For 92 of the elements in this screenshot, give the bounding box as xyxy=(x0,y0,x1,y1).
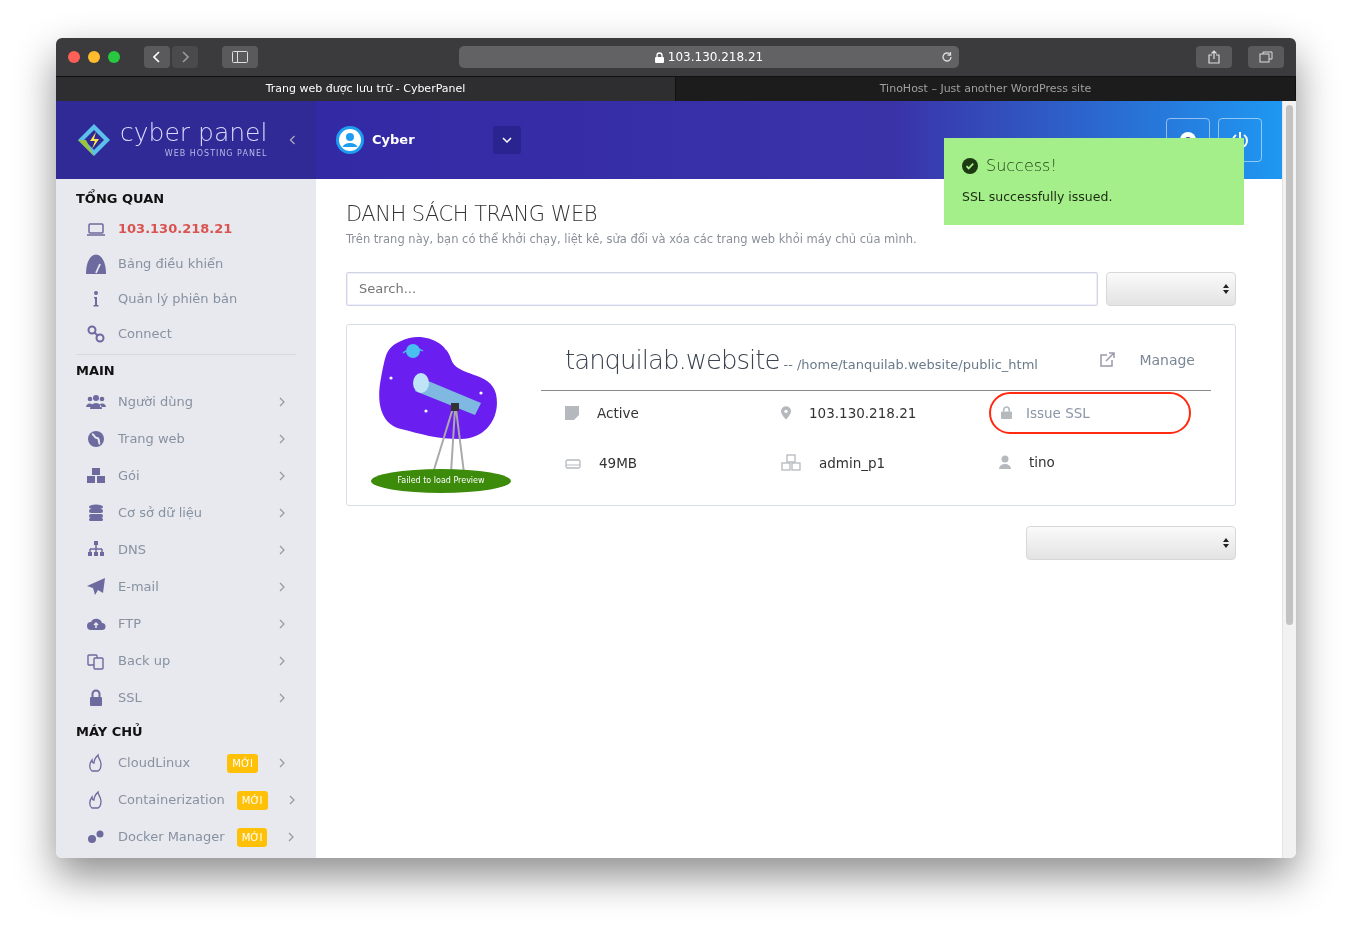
user-dropdown-button[interactable] xyxy=(492,126,521,154)
sidebar-item[interactable]: Bảng điều khiển xyxy=(56,246,316,282)
package-text: admin_p1 xyxy=(819,454,886,473)
sidebar-item[interactable]: E-mail xyxy=(56,568,316,605)
tabs-icon xyxy=(1259,51,1273,63)
toast-message: SSL successfully issued. xyxy=(962,188,1114,206)
check-circle-icon xyxy=(962,158,978,174)
sidebar-item[interactable]: Quản lý phiên bản xyxy=(56,281,316,317)
sidebar-item[interactable]: Connect xyxy=(56,316,316,352)
chevron-right-icon xyxy=(287,795,296,805)
paper-plane-icon xyxy=(86,576,106,597)
chevron-right-icon xyxy=(278,618,286,629)
sidebar-item[interactable]: FTP xyxy=(56,605,316,642)
sidebar-item[interactable]: Cơ sở dữ liệu xyxy=(56,494,316,531)
sidebar-toggle-button[interactable] xyxy=(222,46,258,68)
chevron-right-icon xyxy=(278,433,286,444)
chevron-right-icon xyxy=(278,655,286,666)
lock-icon xyxy=(1001,406,1012,420)
minimize-button[interactable] xyxy=(88,51,100,63)
back-button[interactable] xyxy=(144,46,170,68)
section-heading: MÁY CHỦ xyxy=(75,722,144,741)
tabs-overview-button[interactable] xyxy=(1248,46,1284,68)
user-avatar-icon xyxy=(336,126,364,154)
sidebar-item[interactable]: Docker Manager MỚI xyxy=(56,818,316,856)
scrollbar-thumb[interactable] xyxy=(1286,105,1293,625)
lock-icon xyxy=(654,51,664,63)
boxes-icon xyxy=(86,465,106,486)
scrollbar[interactable] xyxy=(1282,101,1296,858)
new-badge: MỚI xyxy=(236,827,268,847)
note-icon xyxy=(565,405,579,420)
chevron-right-icon xyxy=(287,832,296,842)
browser-tab[interactable]: Trang web được lưu trữ - CyberPanel xyxy=(56,77,676,101)
sidebar-item[interactable]: Gói xyxy=(56,457,316,494)
database-icon xyxy=(86,502,106,523)
new-badge: MỚI xyxy=(236,790,268,810)
sidebar-item[interactable]: CloudLinux MỚI xyxy=(56,744,316,782)
sidebar-item[interactable]: Trang web xyxy=(56,420,316,457)
share-icon xyxy=(1208,50,1220,64)
issue-ssl-link[interactable]: Issue SSL xyxy=(1026,402,1090,423)
user-icon xyxy=(999,454,1011,469)
share-button[interactable] xyxy=(1196,46,1232,68)
maximize-button[interactable] xyxy=(108,51,120,63)
page-subtitle: Trên trang này, bạn có thể khởi chạy, liệt kê, sửa đổi và xóa các trang web khỏi máy chủ của mình. xyxy=(346,230,918,248)
user-name: Cyber xyxy=(372,131,415,150)
select-arrows-icon xyxy=(1223,537,1229,548)
close-button[interactable] xyxy=(68,51,80,63)
preview-caption: Failed to load Preview xyxy=(371,468,511,493)
sidebar-item[interactable]: Người dùng xyxy=(56,383,316,420)
chevron-right-icon xyxy=(278,470,286,481)
website-path: -- /home/tanquilab.website/public_html xyxy=(783,355,1038,374)
sidebar-item[interactable]: SSL xyxy=(56,679,316,716)
chevron-left-icon xyxy=(153,51,161,63)
sidebar-item[interactable]: Containerization MỚI xyxy=(56,781,316,819)
collapse-icon[interactable] xyxy=(289,135,296,145)
section-heading: MAIN xyxy=(75,361,116,380)
manage-link[interactable]: Manage xyxy=(1139,349,1195,371)
new-badge: MỚI xyxy=(227,753,258,773)
sidebar-item[interactable]: DNS xyxy=(56,531,316,568)
disk-usage-text: 49MB xyxy=(599,454,638,473)
chevron-right-icon xyxy=(278,396,286,407)
chevron-right-icon xyxy=(278,692,286,703)
chevron-right-icon xyxy=(278,507,286,518)
logo-icon xyxy=(76,122,112,158)
chevron-right-icon xyxy=(181,51,189,63)
select-arrows-icon xyxy=(1223,283,1229,294)
chevron-right-icon xyxy=(278,758,286,768)
drive-icon xyxy=(565,457,581,470)
logo-subtitle: WEB HOSTING PANEL xyxy=(163,148,268,160)
boxes-icon xyxy=(781,454,801,473)
dashboard-icon xyxy=(86,254,106,274)
sidebar-icon xyxy=(232,51,248,63)
external-link-icon xyxy=(1099,352,1116,369)
search-field[interactable]: Search... xyxy=(346,271,1098,306)
toast-title: Success! xyxy=(986,155,1057,177)
url-text: 103.130.218.21 xyxy=(667,49,764,66)
sidebar-item[interactable]: Back up xyxy=(56,642,316,679)
owner-text: tino xyxy=(1029,452,1055,472)
address-bar[interactable]: 103.130.218.21 xyxy=(459,46,959,68)
ip-address-text: 103.130.218.21 xyxy=(809,403,917,423)
reload-icon[interactable] xyxy=(941,51,953,63)
section-heading: TỔNG QUAN xyxy=(75,188,166,208)
chevron-right-icon xyxy=(278,581,286,592)
status-text: Active xyxy=(597,403,639,423)
logo-text: cyber panel xyxy=(120,118,268,147)
map-pin-icon xyxy=(781,405,791,420)
page-title: DANH SÁCH TRANG WEB xyxy=(346,200,599,228)
link-icon xyxy=(86,324,106,344)
sidebar-item[interactable]: 103.130.218.21 xyxy=(56,211,316,247)
chevron-down-icon xyxy=(501,137,512,143)
forward-button[interactable] xyxy=(172,46,198,68)
chevron-right-icon xyxy=(278,544,286,555)
website-domain: tanquilab.website xyxy=(565,343,780,377)
